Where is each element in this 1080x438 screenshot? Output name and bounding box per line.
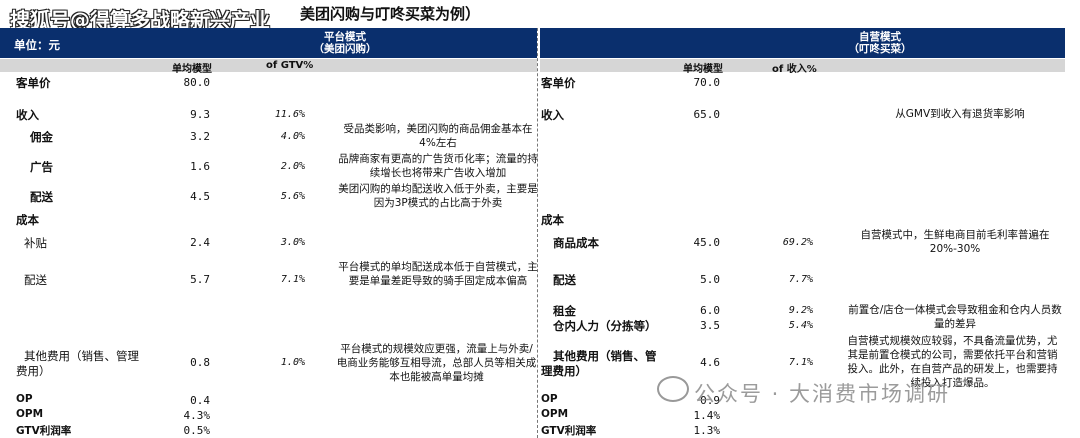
right-header-subtitle: （叮咚买菜） <box>848 43 912 55</box>
right-row-pct: 7.1% <box>788 357 813 368</box>
right-row-label: 租金 <box>553 304 576 318</box>
left-note: 受品类影响，美团闪购的商品佣金基本在4%左右 <box>343 123 533 149</box>
right-row-label: OP <box>541 393 558 405</box>
right-row-label: OPM <box>541 408 569 420</box>
left-row-label: 补贴 <box>24 236 47 250</box>
left-header-subtitle: （美团闪购） <box>313 43 377 55</box>
right-row-pct: 69.2% <box>782 237 813 248</box>
left-row-label: 配送 <box>24 273 47 287</box>
left-row-label: 配送 <box>30 190 53 204</box>
left-row-value: 4.5 <box>190 190 210 203</box>
left-row-value: 3.2 <box>190 130 210 143</box>
wechat-icon <box>657 376 689 402</box>
left-row-value: 2.4 <box>190 236 210 249</box>
right-row-pct: 5.4% <box>788 320 813 331</box>
right-row-value: 6.0 <box>700 304 720 317</box>
right-row-value: 65.0 <box>693 108 721 121</box>
left-row-value: 1.6 <box>190 160 210 173</box>
left-col-pct: of GTV% <box>266 60 314 71</box>
right-header-title: 自营模式 <box>859 31 901 43</box>
right-row-label: 其他费用（销售、管 <box>553 349 657 363</box>
right-col-model: 单均模型 <box>683 64 723 75</box>
left-row-value: 0.8 <box>190 356 210 369</box>
left-note: 平台模式的规模效应更强，流量上与外卖/电商业务能够互相导流，总部人员等相关成本也… <box>336 343 537 383</box>
right-row-label: 商品成本 <box>553 236 599 250</box>
right-row-value: 45.0 <box>693 236 721 249</box>
left-row-label: 费用） <box>16 364 51 378</box>
left-row-value: 80.0 <box>183 76 211 89</box>
left-note: 美团闪购的单均配送收入低于外卖，主要是因为3P模式的占比高于外卖 <box>338 183 538 209</box>
left-row-value: 9.3 <box>190 108 210 121</box>
right-col-pct: of 收入% <box>772 64 817 75</box>
left-row-label: 收入 <box>16 108 39 122</box>
left-note: 平台模式的单均配送成本低于自营模式，主要是单量差距导致的骑手固定成本偏高 <box>338 261 538 287</box>
right-row-pct: 7.7% <box>788 274 813 285</box>
right-row-label: GTV利润率 <box>541 425 597 437</box>
right-row-value: 70.0 <box>693 76 721 89</box>
right-row-label: 仓内人力（分拣等） <box>553 319 657 333</box>
left-row-pct: 5.6% <box>280 191 305 202</box>
left-row-value: 4.3% <box>183 409 211 422</box>
unit-label: 单位：元 <box>14 38 60 52</box>
left-row-pct: 4.0% <box>280 131 305 142</box>
right-note: 自营模式中，生鲜电商目前毛利率普遍在20%-30% <box>860 229 1050 255</box>
left-row-label: 佣金 <box>30 130 53 144</box>
left-row-value: 0.5% <box>183 424 211 437</box>
right-note: 前置仓/店仓一体模式会导致租金和仓内人员数量的差异 <box>848 304 1062 330</box>
right-row-label: 收入 <box>541 108 564 122</box>
left-row-pct: 11.6% <box>274 109 305 120</box>
left-row-pct: 2.0% <box>280 161 305 172</box>
right-row-value: 1.3% <box>693 424 721 437</box>
left-row-label: 其他费用（销售、管理 <box>24 349 139 363</box>
left-row-pct: 1.0% <box>280 357 305 368</box>
left-row-label: 客单价 <box>16 76 51 90</box>
right-row-label: 配送 <box>553 273 576 287</box>
left-row-label: GTV利润率 <box>16 425 72 437</box>
left-row-label: 成本 <box>16 213 39 227</box>
right-row-label: 客单价 <box>541 76 576 90</box>
left-col-model: 单均模型 <box>172 64 212 75</box>
left-row-value: 0.4 <box>190 394 210 407</box>
right-header-bar: 自营模式 （叮咚买菜） <box>540 28 1065 58</box>
left-note: 品牌商家有更高的广告货币化率；流量的持续增长也将带来广告收入增加 <box>338 153 538 179</box>
left-row-pct: 3.0% <box>280 237 305 248</box>
watermark-bottom: 公众号 · 大消费市场调研 <box>694 382 951 406</box>
right-row-value: 1.4% <box>693 409 721 422</box>
left-row-pct: 7.1% <box>280 274 305 285</box>
right-row-value: 4.6 <box>700 356 720 369</box>
left-row-value: 5.7 <box>190 273 210 286</box>
left-row-label: OPM <box>16 408 44 420</box>
right-row-label: 成本 <box>541 213 564 227</box>
left-header-title: 平台模式 <box>324 31 366 43</box>
left-header-bar: 平台模式 （美团闪购） <box>0 28 537 58</box>
right-row-value: 3.5 <box>700 319 720 332</box>
right-row-label: 理费用） <box>541 364 587 378</box>
right-row-value: 5.0 <box>700 273 720 286</box>
page-title: 美团闪购与叮咚买菜为例） <box>300 5 481 23</box>
left-row-label: OP <box>16 393 33 405</box>
left-row-label: 广告 <box>30 160 53 174</box>
right-row-pct: 9.2% <box>788 305 813 316</box>
right-note: 从GMV到收入有退货率影响 <box>895 108 1025 120</box>
